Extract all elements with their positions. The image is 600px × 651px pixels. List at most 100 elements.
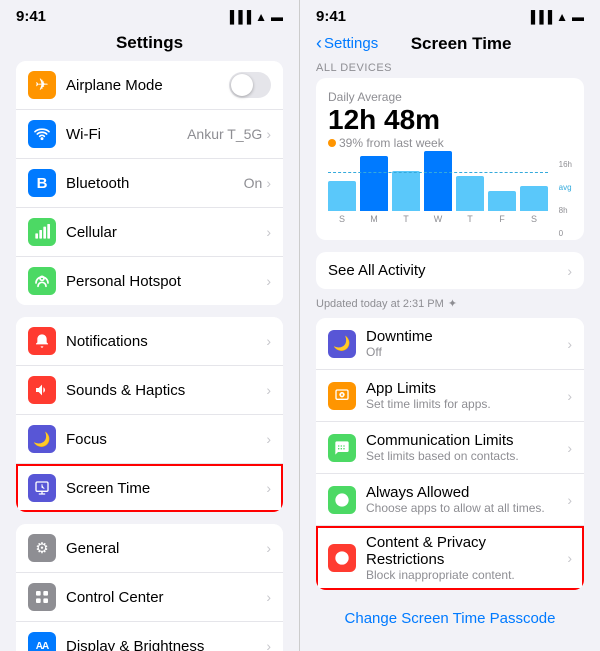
chart-grid-labels: 16h avg 8h 0 [559,158,572,240]
display-row[interactable]: AA Display & Brightness › [16,622,283,651]
wifi-label: Wi-Fi [66,126,187,143]
cellular-row[interactable]: Cellular › [16,208,283,257]
app-limits-chevron: › [567,388,572,404]
day-m: M [370,214,378,224]
downtime-chevron: › [567,336,572,352]
content-privacy-row[interactable]: Content & Privacy Restrictions Block ina… [316,526,584,590]
day-s1: S [339,214,345,224]
downtime-title: Downtime [366,328,567,345]
content-privacy-chevron: › [567,550,572,566]
left-time: 9:41 [16,8,46,25]
screen-time-row[interactable]: Screen Time › [16,464,283,512]
focus-icon: 🌙 [28,425,56,453]
comm-limits-subtitle: Set limits based on contacts. [366,449,567,463]
see-all-activity-row[interactable]: See All Activity › [316,252,584,289]
screen-time-title: Screen Time [378,34,544,54]
hotspot-label: Personal Hotspot [66,273,266,290]
app-limits-row[interactable]: App Limits Set time limits for apps. › [316,370,584,422]
grid-8h: 8h [559,206,572,215]
content-privacy-icon [328,544,356,572]
control-center-label: Control Center [66,589,266,606]
right-wifi-icon: ▲ [556,10,568,24]
chart-bar-w: W [424,151,452,224]
right-signal-icon: ▐▐▐ [527,10,553,24]
bar-f [488,191,516,211]
battery-icon: ▬ [271,10,283,24]
see-all-chevron: › [567,263,572,279]
screen-time-chevron: › [266,480,271,496]
left-status-bar: 9:41 ▐▐▐ ▲ ▬ [0,0,299,29]
communication-limits-row[interactable]: Communication Limits Set limits based on… [316,422,584,474]
comm-limits-chevron: › [567,440,572,456]
notifications-icon [28,327,56,355]
focus-chevron: › [266,431,271,447]
daily-avg-label: Daily Average [328,90,572,104]
sparkle-icon: ✦ [448,297,457,310]
day-t2: T [467,214,473,224]
app-limits-title: App Limits [366,380,567,397]
wifi-chevron: › [266,126,271,142]
day-w: W [434,214,443,224]
grid-16h: 16h [559,160,572,169]
downtime-icon: 🌙 [328,330,356,358]
settings-list: ✈ Airplane Mode Wi-Fi Ankur T_5G [0,61,299,651]
right-battery-icon: ▬ [572,10,584,24]
bluetooth-value: On [244,175,263,191]
airplane-mode-row[interactable]: ✈ Airplane Mode [16,61,283,110]
bar-m [360,156,388,211]
control-center-chevron: › [266,589,271,605]
settings-panel: 9:41 ▐▐▐ ▲ ▬ Settings ✈ Airplane Mode [0,0,300,651]
downtime-subtitle: Off [366,345,567,359]
wifi-row-icon [28,120,56,148]
downtime-row[interactable]: 🌙 Downtime Off › [316,318,584,370]
hotspot-icon [28,267,56,295]
grid-0: 0 [559,229,572,238]
grid-avg: avg [559,183,572,192]
cellular-label: Cellular [66,224,266,241]
all-devices-label: ALL DEVICES [300,62,600,78]
general-row[interactable]: ⚙ General › [16,524,283,573]
sounds-row[interactable]: Sounds & Haptics › [16,366,283,415]
control-center-icon [28,583,56,611]
focus-row[interactable]: 🌙 Focus › [16,415,283,464]
chart-bar-s1: S [328,181,356,224]
content-privacy-title: Content & Privacy Restrictions [366,534,567,568]
chart-bar-s2: S [520,186,548,224]
comm-limits-title: Communication Limits [366,432,567,449]
wifi-icon: ▲ [255,10,267,24]
back-button[interactable]: ‹ Settings [316,33,378,54]
app-limits-text: App Limits Set time limits for apps. [366,380,567,411]
bluetooth-row[interactable]: B Bluetooth On › [16,159,283,208]
wifi-row[interactable]: Wi-Fi Ankur T_5G › [16,110,283,159]
content-privacy-text: Content & Privacy Restrictions Block ina… [366,534,567,582]
screen-time-icon [28,474,56,502]
screen-time-settings-group: 🌙 Downtime Off › App Limits [316,318,584,590]
updated-text: Updated today at 2:31 PM [316,298,444,310]
chart-container: S M T W T [328,158,572,228]
downtime-text: Downtime Off [366,328,567,359]
comm-limits-text: Communication Limits Set limits based on… [366,432,567,463]
settings-title: Settings [0,29,299,61]
always-allowed-text: Always Allowed Choose apps to allow at a… [366,484,567,515]
day-s2: S [531,214,537,224]
connectivity-section: ✈ Airplane Mode Wi-Fi Ankur T_5G [16,61,283,305]
cellular-chevron: › [266,224,271,240]
screen-time-label: Screen Time [66,480,266,497]
control-center-row[interactable]: Control Center › [16,573,283,622]
display-label: Display & Brightness [66,638,266,651]
screen-time-panel: 9:41 ▐▐▐ ▲ ▬ ‹ Settings Screen Time ALL … [300,0,600,651]
bar-t1 [392,171,420,211]
airplane-label: Airplane Mode [66,77,229,94]
notifications-row[interactable]: Notifications › [16,317,283,366]
always-allowed-row[interactable]: Always Allowed Choose apps to allow at a… [316,474,584,526]
bluetooth-chevron: › [266,175,271,191]
airplane-toggle[interactable] [229,72,271,98]
day-f: F [499,214,505,224]
see-all-label: See All Activity [328,262,567,279]
display-chevron: › [266,638,271,651]
change-passcode-link[interactable]: Change Screen Time Passcode [300,602,600,635]
updated-row: Updated today at 2:31 PM ✦ [300,293,600,318]
bluetooth-icon: B [28,169,56,197]
hotspot-row[interactable]: Personal Hotspot › [16,257,283,305]
system1-section: Notifications › Sounds & Haptics › 🌙 Foc… [16,317,283,512]
